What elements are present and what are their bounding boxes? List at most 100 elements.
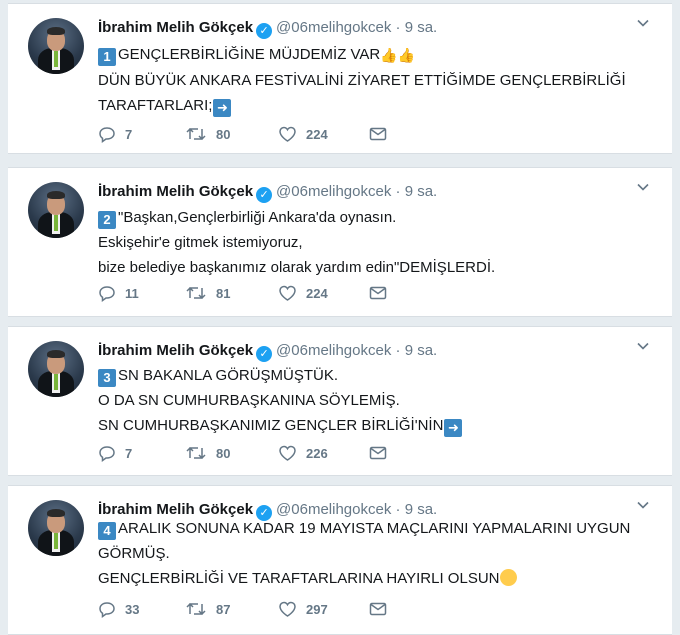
verified-badge-icon: ✓ xyxy=(256,187,273,203)
author-handle[interactable]: @06melihgokcek xyxy=(276,183,391,200)
tweet-header: İbrahim Melih Gökçek ✓ @06melihgokcek · 9 … xyxy=(98,18,437,39)
envelope-icon xyxy=(369,602,387,616)
like-button[interactable]: 224 xyxy=(278,283,328,303)
tweet-line: 1 GENÇLERBİRLİĞİNE MÜJDEMİZ VAR👍👍 xyxy=(98,42,654,68)
heart-icon xyxy=(279,601,296,617)
retweet-button[interactable]: 80 xyxy=(185,124,230,144)
tweet-line: GÖRMÜŞ. xyxy=(98,545,170,562)
timestamp[interactable]: 9 sa. xyxy=(405,342,438,359)
like-count: 226 xyxy=(306,445,328,461)
tweet-text: 1 GENÇLERBİRLİĞİNE MÜJDEMİZ VAR👍👍 DÜN BÜY… xyxy=(98,42,654,118)
tweet-actions: 11 81 224 xyxy=(98,283,398,303)
avatar[interactable] xyxy=(28,500,84,556)
reply-count: 33 xyxy=(125,601,140,617)
separator: · xyxy=(395,183,401,200)
heart-icon xyxy=(279,285,296,301)
dm-button[interactable] xyxy=(369,124,396,144)
keycap-number: 4 xyxy=(98,522,116,540)
timestamp[interactable]: 9 sa. xyxy=(405,19,438,36)
tweet-line: GENÇLERBİRLİĞİ VE TARAFTARLARINA HAYIRLI… xyxy=(98,566,654,591)
reply-count: 7 xyxy=(125,445,133,461)
tweet-actions: 7 80 224 xyxy=(98,124,398,144)
avatar[interactable] xyxy=(28,182,84,238)
heart-icon xyxy=(279,445,296,461)
retweet-count: 81 xyxy=(216,285,231,301)
avatar[interactable] xyxy=(28,18,84,74)
retweet-button[interactable]: 80 xyxy=(185,443,230,463)
tweet-actions: 7 80 226 xyxy=(98,443,398,463)
tweet-line: SN CUMHURBAŞKANIMIZ GENÇLER BİRLİĞİ'NİN ➜ xyxy=(98,413,654,438)
like-button[interactable]: 226 xyxy=(278,443,328,463)
author-name[interactable]: İbrahim Melih Gökçek xyxy=(98,183,253,200)
retweet-count: 80 xyxy=(216,126,231,142)
like-count: 224 xyxy=(306,126,328,142)
reply-button[interactable]: 7 xyxy=(98,124,132,144)
author-handle[interactable]: @06melihgokcek xyxy=(276,19,391,36)
like-count: 297 xyxy=(306,601,328,617)
envelope-icon xyxy=(369,446,387,460)
right-arrow-icon: ➜ xyxy=(444,419,463,437)
retweet-button[interactable]: 87 xyxy=(185,599,230,619)
retweet-icon xyxy=(186,127,206,141)
separator: · xyxy=(395,19,401,36)
tweet-header: İbrahim Melih Gökçek ✓ @06melihgokcek · 9 … xyxy=(98,341,437,362)
reply-button[interactable]: 7 xyxy=(98,443,132,463)
like-button[interactable]: 224 xyxy=(278,124,328,144)
timestamp[interactable]: 9 sa. xyxy=(405,183,438,200)
like-button[interactable]: 297 xyxy=(278,599,328,619)
reply-count: 7 xyxy=(125,126,133,142)
tweet-line: Eskişehir'e gitmek istemiyoruz, xyxy=(98,234,303,251)
reply-icon xyxy=(99,446,115,462)
retweet-count: 87 xyxy=(216,601,231,617)
avatar[interactable] xyxy=(28,341,84,397)
verified-badge-icon: ✓ xyxy=(256,23,273,39)
right-arrow-icon: ➜ xyxy=(213,99,232,117)
reply-icon xyxy=(99,286,115,302)
author-name[interactable]: İbrahim Melih Gökçek xyxy=(98,19,253,36)
chevron-down-icon[interactable] xyxy=(636,339,650,353)
chevron-down-icon[interactable] xyxy=(636,498,650,512)
tweet-line: bize belediye başkanımız olarak yardım e… xyxy=(98,259,496,276)
retweet-button[interactable]: 81 xyxy=(185,283,230,303)
tweet-card[interactable]: İbrahim Melih Gökçek ✓ @06melihgokcek · 9 … xyxy=(8,167,672,317)
tweet-actions: 33 87 297 xyxy=(98,599,398,619)
retweet-count: 80 xyxy=(216,445,231,461)
tweet-line: TARAFTARLARI; ➜ xyxy=(98,93,654,118)
tweet-card[interactable]: İbrahim Melih Gökçek ✓ @06melihgokcek · 9 … xyxy=(8,3,672,154)
tweet-line: O DA SN CUMHURBAŞKANINA SÖYLEMİŞ. xyxy=(98,392,400,409)
reply-icon xyxy=(99,127,115,143)
tweet-line: 2 "Başkan,Gençlerbirliği Ankara'da oynası… xyxy=(98,205,654,230)
tweet-text: 3 SN BAKANLA GÖRÜŞMÜŞTÜK. O DA SN CUMHURB… xyxy=(98,363,654,438)
envelope-icon xyxy=(369,127,387,141)
tweet-header: İbrahim Melih Gökçek ✓ @06melihgokcek · 9 … xyxy=(98,182,437,203)
author-handle[interactable]: @06melihgokcek xyxy=(276,342,391,359)
chevron-down-icon[interactable] xyxy=(636,16,650,30)
reply-icon xyxy=(99,602,115,618)
heart-icon xyxy=(279,126,296,142)
like-count: 224 xyxy=(306,285,328,301)
reply-button[interactable]: 33 xyxy=(98,599,139,619)
tweet-line: DÜN BÜYÜK ANKARA FESTİVALİNİ ZİYARET ETT… xyxy=(98,72,626,89)
dm-button[interactable] xyxy=(369,599,396,619)
separator: · xyxy=(395,342,401,359)
hugging-face-icon xyxy=(499,569,517,586)
tweet-text: 4 ARALIK SONUNA KADAR 19 MAYISTA MAÇLARIN… xyxy=(98,516,654,591)
tweet-card[interactable]: İbrahim Melih Gökçek ✓ @06melihgokcek · 9 … xyxy=(8,326,672,476)
author-name[interactable]: İbrahim Melih Gökçek xyxy=(98,342,253,359)
verified-badge-icon: ✓ xyxy=(256,346,273,362)
dm-button[interactable] xyxy=(369,283,396,303)
dm-button[interactable] xyxy=(369,443,396,463)
tweet-card[interactable]: İbrahim Melih Gökçek ✓ @06melihgokcek · 9 … xyxy=(8,485,672,635)
tweet-text: 2 "Başkan,Gençlerbirliği Ankara'da oynası… xyxy=(98,205,654,280)
chevron-down-icon[interactable] xyxy=(636,180,650,194)
retweet-icon xyxy=(186,286,206,300)
tweet-line: 3 SN BAKANLA GÖRÜŞMÜŞTÜK. xyxy=(98,363,654,388)
thumbs-up-icon: 👍👍 xyxy=(380,47,416,63)
retweet-icon xyxy=(186,602,206,616)
keycap-number: 1 xyxy=(98,48,116,66)
reply-button[interactable]: 11 xyxy=(98,283,139,303)
keycap-number: 3 xyxy=(98,369,116,387)
keycap-number: 2 xyxy=(98,211,116,229)
reply-count: 11 xyxy=(125,285,139,301)
retweet-icon xyxy=(186,446,206,460)
